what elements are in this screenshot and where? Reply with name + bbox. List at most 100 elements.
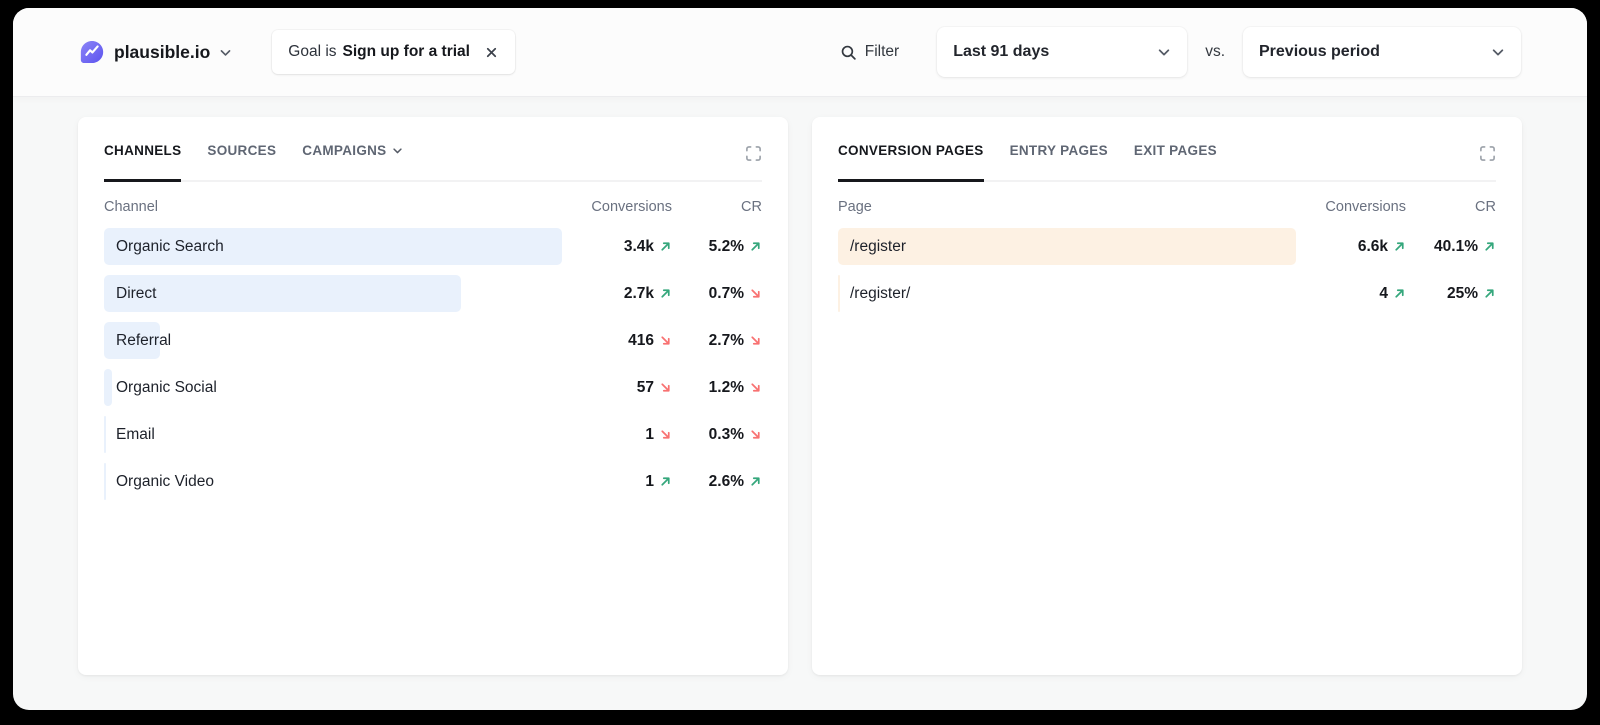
tab-channels[interactable]: CHANNELS <box>104 143 181 180</box>
row-name-cell: Organic Social <box>104 369 562 406</box>
cr-value: 0.7% <box>709 285 744 303</box>
trend-arrow-icon <box>749 428 762 441</box>
cr-value: 2.7% <box>709 332 744 350</box>
chevron-down-icon <box>219 46 232 59</box>
site-switcher[interactable]: plausible.io <box>79 39 232 65</box>
fullscreen-icon[interactable] <box>745 145 762 167</box>
comparison-value: Previous period <box>1259 43 1380 61</box>
trend-arrow-icon <box>749 381 762 394</box>
goal-filter-value: Sign up for a trial <box>343 43 470 61</box>
row-name-cell: Direct <box>104 275 562 312</box>
conversions-value: 57 <box>637 379 654 397</box>
trend-arrow-icon <box>659 381 672 394</box>
tab-conversion-pages[interactable]: CONVERSION PAGES <box>838 143 984 180</box>
cr-value: 1.2% <box>709 379 744 397</box>
close-icon[interactable] <box>484 45 499 60</box>
row-conversions-cell: 4 <box>1296 285 1406 303</box>
row-conversions-cell: 416 <box>562 332 672 350</box>
row-label: Direct <box>104 285 156 303</box>
date-range-value: Last 91 days <box>953 43 1049 61</box>
chevron-down-icon <box>392 145 403 156</box>
conversions-value: 6.6k <box>1358 238 1388 256</box>
conversions-value: 3.4k <box>624 238 654 256</box>
tab-entry-pages[interactable]: ENTRY PAGES <box>1010 143 1108 180</box>
chevron-down-icon <box>1157 45 1171 59</box>
trend-arrow-icon <box>749 475 762 488</box>
row-label: Email <box>104 426 155 444</box>
column-header-conversions: Conversions <box>562 199 672 215</box>
channels-rows: Organic Search 3.4k 5.2% Direct 2.7k <box>104 228 762 500</box>
channels-column-headers: Channel Conversions CR <box>104 199 762 215</box>
table-row[interactable]: /register/ 4 25% <box>838 275 1496 312</box>
table-row[interactable]: Referral 416 2.7% <box>104 322 762 359</box>
column-header-channel: Channel <box>104 199 562 215</box>
pages-tab-bar: CONVERSION PAGES ENTRY PAGES EXIT PAGES <box>838 143 1496 182</box>
column-header-conversions: Conversions <box>1296 199 1406 215</box>
vs-label: vs. <box>1205 43 1225 61</box>
row-name-cell: /register/ <box>838 275 1296 312</box>
trend-arrow-icon <box>749 287 762 300</box>
search-icon <box>840 44 857 61</box>
cr-value: 0.3% <box>709 426 744 444</box>
goal-filter-chip[interactable]: Goal is Sign up for a trial <box>272 30 515 74</box>
cr-value: 5.2% <box>709 238 744 256</box>
trend-arrow-icon <box>659 475 672 488</box>
table-row[interactable]: Organic Video 1 2.6% <box>104 463 762 500</box>
table-row[interactable]: Organic Search 3.4k 5.2% <box>104 228 762 265</box>
table-row[interactable]: Email 1 0.3% <box>104 416 762 453</box>
row-label: /register/ <box>838 285 910 303</box>
cr-value: 40.1% <box>1434 238 1478 256</box>
row-conversions-cell: 6.6k <box>1296 238 1406 256</box>
row-name-cell: /register <box>838 228 1296 265</box>
tab-sources[interactable]: SOURCES <box>207 143 276 180</box>
row-label: Organic Video <box>104 473 214 491</box>
filter-label: Filter <box>865 43 899 61</box>
trend-arrow-icon <box>659 428 672 441</box>
trend-arrow-icon <box>659 240 672 253</box>
table-row[interactable]: Direct 2.7k 0.7% <box>104 275 762 312</box>
column-header-cr: CR <box>672 199 762 215</box>
plausible-logo-icon <box>79 39 105 65</box>
filter-button[interactable]: Filter <box>840 43 899 61</box>
row-name-cell: Referral <box>104 322 562 359</box>
conversions-value: 1 <box>645 426 654 444</box>
goal-filter-prefix: Goal is <box>288 43 336 61</box>
row-name-cell: Organic Video <box>104 463 562 500</box>
row-conversions-cell: 3.4k <box>562 238 672 256</box>
row-cr-cell: 5.2% <box>672 238 762 256</box>
fullscreen-icon[interactable] <box>1479 145 1496 167</box>
trend-arrow-icon <box>659 287 672 300</box>
row-name-cell: Email <box>104 416 562 453</box>
row-cr-cell: 1.2% <box>672 379 762 397</box>
trend-arrow-icon <box>1393 287 1406 300</box>
row-cr-cell: 25% <box>1406 285 1496 303</box>
row-cr-cell: 0.7% <box>672 285 762 303</box>
row-conversions-cell: 57 <box>562 379 672 397</box>
row-conversions-cell: 1 <box>562 426 672 444</box>
trend-arrow-icon <box>749 334 762 347</box>
row-cr-cell: 40.1% <box>1406 238 1496 256</box>
trend-arrow-icon <box>1483 287 1496 300</box>
row-bar <box>104 275 461 312</box>
conversions-value: 2.7k <box>624 285 654 303</box>
table-row[interactable]: Organic Social 57 1.2% <box>104 369 762 406</box>
row-label: Organic Social <box>104 379 217 397</box>
trend-arrow-icon <box>749 240 762 253</box>
site-name: plausible.io <box>114 42 210 63</box>
tab-exit-pages[interactable]: EXIT PAGES <box>1134 143 1217 180</box>
tab-campaigns[interactable]: CAMPAIGNS <box>302 143 403 180</box>
table-row[interactable]: /register 6.6k 40.1% <box>838 228 1496 265</box>
conversions-value: 4 <box>1379 285 1388 303</box>
trend-arrow-icon <box>659 334 672 347</box>
column-header-page: Page <box>838 199 1296 215</box>
row-label: Organic Search <box>104 238 224 256</box>
conversions-value: 1 <box>645 473 654 491</box>
chevron-down-icon <box>1491 45 1505 59</box>
channels-tab-bar: CHANNELS SOURCES CAMPAIGNS <box>104 143 762 182</box>
conversions-value: 416 <box>628 332 654 350</box>
date-range-dropdown[interactable]: Last 91 days <box>937 27 1187 77</box>
comparison-dropdown[interactable]: Previous period <box>1243 27 1521 77</box>
row-bar <box>838 228 1296 265</box>
row-cr-cell: 2.6% <box>672 473 762 491</box>
row-label: Referral <box>104 332 171 350</box>
